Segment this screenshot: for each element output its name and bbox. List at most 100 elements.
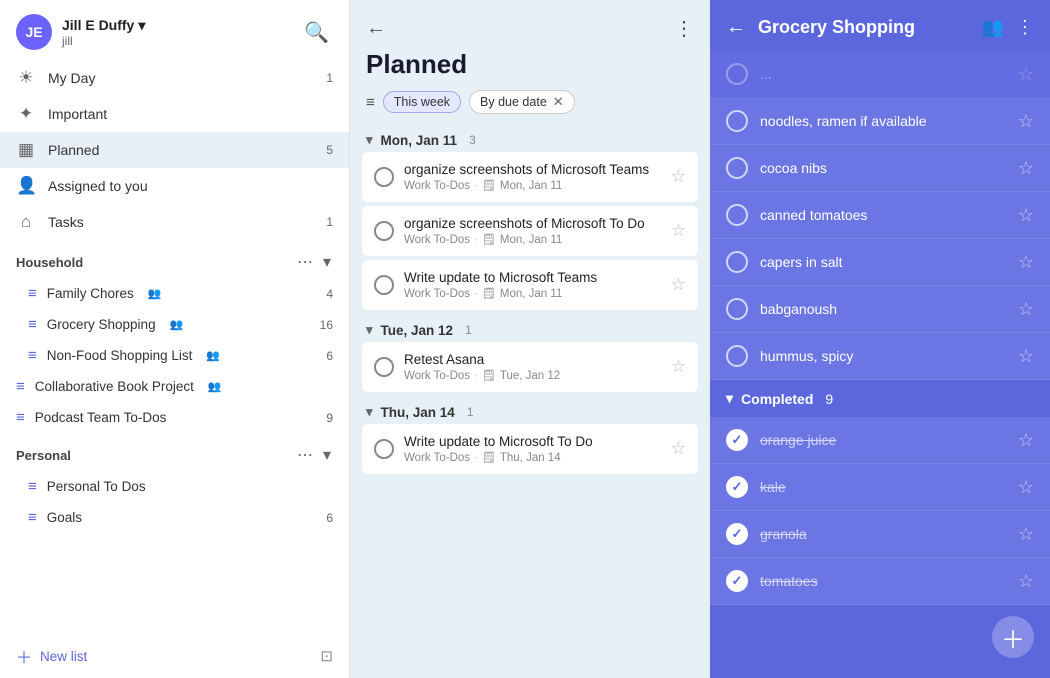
task-checkbox-t5[interactable]: [374, 439, 394, 459]
grocery-checkbox-g2[interactable]: [726, 157, 748, 179]
grocery-item-g3[interactable]: canned tomatoes ☆: [710, 192, 1050, 239]
list-item-family-chores[interactable]: ≡ Family Chores 👥 4: [0, 278, 349, 309]
new-list-label: New list: [40, 649, 87, 664]
nav-item-my-day[interactable]: ☀ My Day 1: [0, 60, 349, 96]
grocery-label-g6: hummus, spicy: [760, 348, 1006, 364]
chevron-icon: ▾: [366, 404, 373, 420]
grocery-item-g4[interactable]: capers in salt ☆: [710, 239, 1050, 286]
new-list-button[interactable]: ＋ New list ⊡: [0, 634, 349, 678]
grocery-star-gc3[interactable]: ☆: [1018, 524, 1034, 545]
grocery-item-g5[interactable]: babganoush ☆: [710, 286, 1050, 333]
task-star-t2[interactable]: ☆: [671, 221, 686, 241]
date-group-tue-jan-12[interactable]: ▾ Tue, Jan 12 1: [362, 314, 698, 342]
grocery-label-g5: babganoush: [760, 301, 1006, 317]
task-checkbox-t3[interactable]: [374, 275, 394, 295]
grocery-star-g6[interactable]: ☆: [1018, 346, 1034, 367]
grocery-item-gc3[interactable]: granola ☆: [710, 511, 1050, 558]
household-title: Household: [16, 255, 83, 270]
personal-section-header: Personal ⋯ ▾: [0, 433, 349, 471]
grocery-checkbox-gc2[interactable]: [726, 476, 748, 498]
household-expand-icon[interactable]: ▾: [321, 250, 333, 274]
grocery-checkbox-g5[interactable]: [726, 298, 748, 320]
nav-item-tasks[interactable]: ⌂ Tasks 1: [0, 204, 349, 240]
grocery-star-g5[interactable]: ☆: [1018, 299, 1034, 320]
household-more-icon[interactable]: ⋯: [295, 250, 315, 274]
grocery-checkbox-gc3[interactable]: [726, 523, 748, 545]
task-star-t1[interactable]: ☆: [671, 167, 686, 187]
grocery-item-gc1[interactable]: orange juice ☆: [710, 417, 1050, 464]
people-icon[interactable]: 👥: [982, 17, 1004, 38]
list-icon: ≡: [28, 478, 37, 495]
nav-item-important[interactable]: ✦ Important: [0, 96, 349, 132]
list-item-collab-book[interactable]: ≡ Collaborative Book Project 👥: [0, 371, 349, 402]
sidebar: JE Jill E Duffy ▾ jill 🔍 ☀ My Day 1 ✦ Im…: [0, 0, 350, 678]
date-label-mon: Mon, Jan 11: [381, 133, 458, 148]
grocery-item-gc4[interactable]: tomatoes ☆: [710, 558, 1050, 605]
completed-label: Completed: [741, 391, 813, 407]
personal-more-icon[interactable]: ⋯: [295, 443, 315, 467]
completed-section-header[interactable]: ▾ Completed 9: [710, 380, 1050, 417]
task-star-t3[interactable]: ☆: [671, 275, 686, 295]
grocery-star-g3[interactable]: ☆: [1018, 205, 1034, 226]
planned-title: Planned: [366, 49, 694, 80]
grocery-shopping-label: Grocery Shopping: [47, 317, 156, 332]
grocery-item-g6[interactable]: hummus, spicy ☆: [710, 333, 1050, 380]
grocery-item-g1[interactable]: noodles, ramen if available ☆: [710, 98, 1050, 145]
task-card-t3[interactable]: Write update to Microsoft Teams Work To-…: [362, 260, 698, 310]
grocery-checkbox-gc4[interactable]: [726, 570, 748, 592]
list-item-goals[interactable]: ≡ Goals 6: [0, 502, 349, 533]
grocery-label: ...: [760, 66, 1006, 82]
task-card-t5[interactable]: Write update to Microsoft To Do Work To-…: [362, 424, 698, 474]
list-item-non-food[interactable]: ≡ Non-Food Shopping List 👥 6: [0, 340, 349, 371]
grocery-item-gc2[interactable]: kale ☆: [710, 464, 1050, 511]
grocery-checkbox-g1[interactable]: [726, 110, 748, 132]
list-item-grocery-shopping[interactable]: ≡ Grocery Shopping 👥 16: [0, 309, 349, 340]
grocery-item-above[interactable]: ... ☆: [710, 51, 1050, 98]
task-checkbox-t1[interactable]: [374, 167, 394, 187]
grocery-checkbox-g6[interactable]: [726, 345, 748, 367]
grocery-star-gc2[interactable]: ☆: [1018, 477, 1034, 498]
grocery-checkbox-g4[interactable]: [726, 251, 748, 273]
grocery-star-g1[interactable]: ☆: [1018, 111, 1034, 132]
date-group-thu-jan-14[interactable]: ▾ Thu, Jan 14 1: [362, 396, 698, 424]
task-card-t4[interactable]: Retest Asana Work To-Dos · 🗒 Tue, Jan 12…: [362, 342, 698, 392]
nav-item-planned[interactable]: ▦ Planned 5: [0, 132, 349, 168]
nav-label-my-day: My Day: [48, 70, 95, 86]
task-star-t4[interactable]: ☆: [671, 357, 686, 377]
task-star-t5[interactable]: ☆: [671, 439, 686, 459]
nav-item-assigned[interactable]: 👤 Assigned to you: [0, 168, 349, 204]
grocery-label-gc4: tomatoes: [760, 573, 1006, 589]
family-chores-label: Family Chores: [47, 286, 134, 301]
collab-book-label: Collaborative Book Project: [35, 379, 194, 394]
date-label-thu: Thu, Jan 14: [381, 405, 455, 420]
task-checkbox-t4[interactable]: [374, 357, 394, 377]
user-profile[interactable]: JE Jill E Duffy ▾ jill: [16, 14, 145, 50]
right-more-icon[interactable]: ⋮: [1016, 17, 1034, 38]
grocery-star-g2[interactable]: ☆: [1018, 158, 1034, 179]
add-grocery-fab[interactable]: ＋: [992, 616, 1034, 658]
grocery-checkbox-g3[interactable]: [726, 204, 748, 226]
grocery-checkbox[interactable]: [726, 63, 748, 85]
grocery-star-gc4[interactable]: ☆: [1018, 571, 1034, 592]
task-card-t1[interactable]: organize screenshots of Microsoft Teams …: [362, 152, 698, 202]
filter-chip-this-week[interactable]: This week: [383, 91, 461, 113]
task-card-t2[interactable]: organize screenshots of Microsoft To Do …: [362, 206, 698, 256]
middle-more-button[interactable]: ⋮: [674, 16, 694, 41]
list-item-podcast[interactable]: ≡ Podcast Team To-Dos 9: [0, 402, 349, 433]
grocery-star-g4[interactable]: ☆: [1018, 252, 1034, 273]
list-icon: ≡: [16, 378, 25, 395]
grocery-item-g2[interactable]: cocoa nibs ☆: [710, 145, 1050, 192]
grocery-star-gc1[interactable]: ☆: [1018, 430, 1034, 451]
date-group-mon-jan-11[interactable]: ▾ Mon, Jan 11 3: [362, 124, 698, 152]
personal-expand-icon[interactable]: ▾: [321, 443, 333, 467]
task-checkbox-t2[interactable]: [374, 221, 394, 241]
chevron-icon: ▾: [366, 132, 373, 148]
filter-chip-by-due-date[interactable]: By due date ✕: [469, 90, 575, 114]
back-button[interactable]: ←: [366, 17, 386, 40]
right-back-button[interactable]: ←: [726, 16, 746, 39]
search-icon[interactable]: 🔍: [300, 16, 333, 49]
grocery-checkbox-gc1[interactable]: [726, 429, 748, 451]
list-item-personal-todos[interactable]: ≡ Personal To Dos: [0, 471, 349, 502]
filter-close-icon[interactable]: ✕: [553, 94, 564, 110]
grocery-star[interactable]: ☆: [1018, 64, 1034, 85]
